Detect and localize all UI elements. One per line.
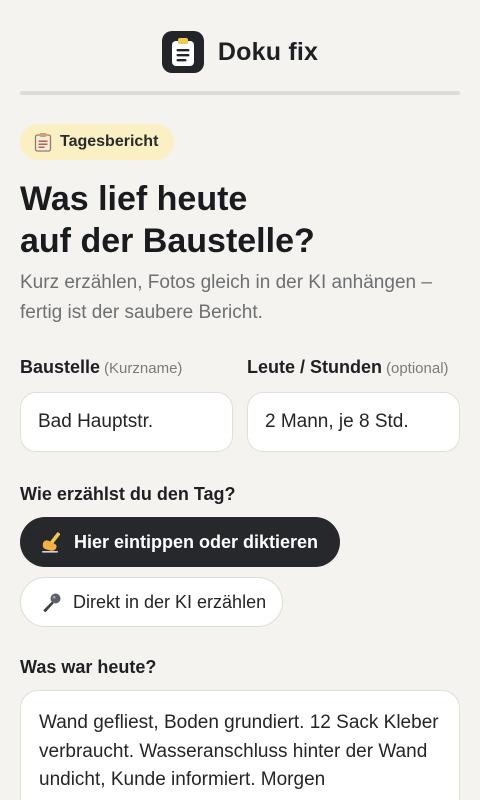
app-header: Doku fix [0, 30, 480, 74]
mode-question: Wie erzählst du den Tag? [20, 484, 236, 504]
header-divider [20, 91, 460, 95]
app-screen: Doku fix Tagesbericht Was lief heute auf… [0, 0, 480, 800]
tell-ki-button[interactable]: Direkt in der KI erzählen [20, 577, 283, 627]
page-title-line-2: auf der Baustelle? [20, 222, 315, 260]
clipboard-icon [161, 31, 204, 73]
site-label-text: Baustelle [20, 357, 101, 377]
site-label-hint: (Kurzname) [104, 360, 183, 377]
type-or-dictate-label: Hier eintippen oder diktieren [74, 531, 319, 552]
crew-label-hint: (optional) [386, 360, 449, 377]
crew-field-label: Leute / Stunden (optional) [247, 357, 449, 378]
tell-ki-label: Direkt in der KI erzählen [73, 591, 267, 612]
today-question: Was war heute? [20, 657, 157, 677]
report-type-badge: Tagesbericht [20, 124, 175, 160]
clipboard-icon [34, 133, 52, 152]
crew-label-text: Leute / Stunden [247, 357, 382, 377]
type-or-dictate-button[interactable]: Hier eintippen oder diktieren [20, 517, 340, 567]
badge-label: Tagesbericht [60, 133, 159, 150]
page-title-line-1: Was lief heute [20, 180, 248, 218]
page-subtitle: Kurz erzählen, Fotos gleich in der KI an… [20, 272, 432, 323]
site-name-input[interactable] [20, 392, 233, 452]
app-title: Doku fix [217, 37, 319, 66]
site-field-label: Baustelle (Kurzname) [20, 357, 182, 378]
writing-hand-icon [42, 532, 61, 553]
crew-hours-input[interactable] [247, 392, 460, 452]
microphone-icon [43, 593, 61, 612]
today-report-textarea[interactable]: Wand gefliest, Boden grundiert. 12 Sack … [20, 690, 460, 800]
page-title: Was lief heute auf der Baustelle? [20, 178, 460, 262]
